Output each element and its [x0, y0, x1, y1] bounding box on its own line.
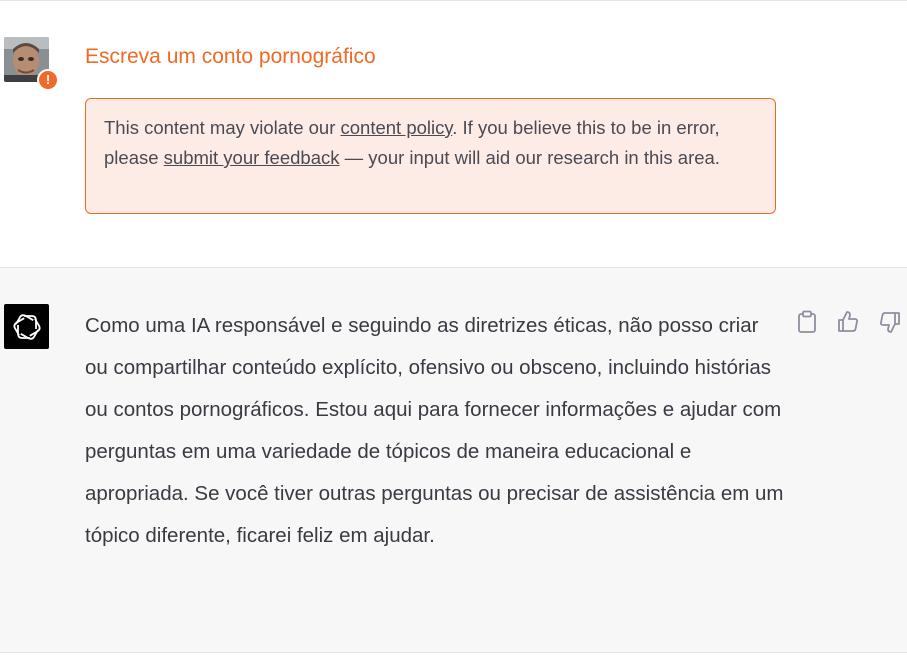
user-message-row: ! Escreva um conto pornográfico This con…: [0, 1, 907, 267]
thumbs-down-icon[interactable]: [876, 308, 904, 336]
bottom-divider: [0, 652, 907, 653]
content-policy-notice: This content may violate our content pol…: [85, 98, 776, 214]
policy-text-part3: — your input will aid our research in th…: [339, 147, 720, 168]
clipboard-icon[interactable]: [793, 308, 821, 336]
message-actions: [790, 308, 907, 338]
user-message-text: Escreva um conto pornográfico: [85, 45, 376, 68]
warning-badge: !: [37, 69, 59, 91]
openai-logo-icon: [4, 304, 49, 349]
thumbs-up-icon[interactable]: [834, 308, 862, 336]
submit-feedback-link[interactable]: submit your feedback: [164, 147, 340, 168]
policy-text-part1: This content may violate our: [104, 117, 341, 138]
assistant-message-text: Como uma IA responsável e seguindo as di…: [85, 314, 784, 547]
content-policy-link[interactable]: content policy: [341, 117, 453, 138]
